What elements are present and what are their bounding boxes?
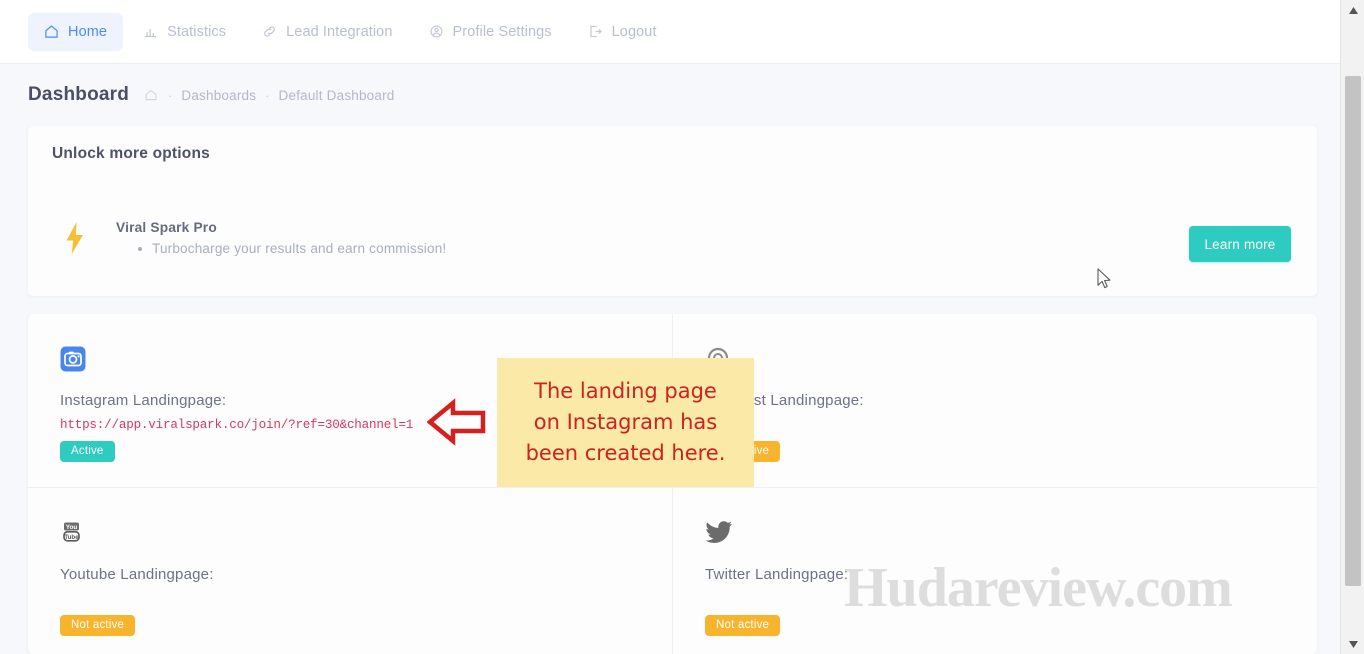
nav-item-profile-settings-label: Profile Settings bbox=[452, 23, 552, 40]
status-badge-twitter: Not active bbox=[705, 615, 781, 636]
pinterest-icon bbox=[705, 342, 1313, 376]
svg-text:You: You bbox=[66, 524, 78, 531]
home-icon bbox=[44, 24, 60, 40]
nav-item-home[interactable]: Home bbox=[28, 12, 124, 51]
page-title: Dashboard bbox=[28, 84, 130, 105]
promo-product-name: Viral Spark Pro bbox=[116, 220, 217, 235]
nav-item-lead-integration-label: Lead Integration bbox=[286, 23, 393, 40]
promo-bullet-item: Turbocharge your results and earn commis… bbox=[138, 241, 446, 256]
channel-label-pinterest: Pinterest Landingpage: bbox=[705, 392, 864, 409]
annotation-line-2: on Instagram has bbox=[533, 409, 718, 434]
nav-item-home-label: Home bbox=[68, 23, 108, 40]
breadcrumb-home-icon[interactable] bbox=[144, 88, 159, 103]
status-badge-youtube: Not active bbox=[60, 615, 136, 636]
chart-icon bbox=[143, 24, 159, 40]
promo-card-title: Unlock more options bbox=[52, 145, 210, 162]
annotation-line-1: The landing page bbox=[534, 378, 717, 403]
channel-card-twitter[interactable]: Twitter Landingpage: Not active bbox=[673, 488, 1313, 654]
channel-url-youtube[interactable] bbox=[60, 592, 668, 607]
scroll-up-arrow[interactable] bbox=[1341, 0, 1364, 20]
top-navigation: Home Statistics Lead Integration Profile… bbox=[0, 0, 1340, 64]
left-arrow-annotation bbox=[426, 398, 487, 451]
channel-label-youtube: Youtube Landingpage: bbox=[60, 566, 214, 583]
breadcrumb-separator-1: · bbox=[168, 87, 173, 103]
promo-content-row: Viral Spark Pro Turbocharge your results… bbox=[52, 208, 1293, 268]
vertical-scrollbar[interactable] bbox=[1340, 0, 1364, 654]
lightning-bolt-icon bbox=[52, 221, 98, 255]
promo-text-block: Viral Spark Pro Turbocharge your results… bbox=[116, 220, 446, 256]
channel-url-pinterest[interactable] bbox=[705, 418, 1313, 433]
learn-more-button[interactable]: Learn more bbox=[1189, 226, 1291, 262]
unlock-more-options-card: Unlock more options Viral Spark Pro Turb… bbox=[28, 126, 1317, 296]
youtube-icon: You Tube bbox=[60, 516, 668, 550]
dashboard-page: Home Statistics Lead Integration Profile… bbox=[0, 0, 1364, 654]
channel-url-twitter[interactable] bbox=[705, 592, 1313, 607]
status-badge-instagram: Active bbox=[60, 441, 115, 462]
scroll-down-arrow[interactable] bbox=[1341, 634, 1364, 654]
nav-item-statistics-label: Statistics bbox=[167, 23, 227, 40]
breadcrumb-separator-2: · bbox=[265, 87, 270, 103]
channel-card-youtube[interactable]: You Tube Youtube Landingpage: Not active bbox=[28, 488, 668, 654]
breadcrumb: Dashboard · Dashboards · Default Dashboa… bbox=[0, 64, 1340, 126]
breadcrumb-parent[interactable]: Dashboards bbox=[181, 88, 256, 103]
nav-item-lead-integration[interactable]: Lead Integration bbox=[246, 13, 408, 51]
annotation-callout: The landing page on Instagram has been c… bbox=[497, 358, 754, 487]
twitter-icon bbox=[705, 516, 1313, 550]
svg-text:Tube: Tube bbox=[64, 534, 79, 541]
annotation-line-3: been created here. bbox=[525, 441, 726, 466]
channel-card-pinterest[interactable]: Pinterest Landingpage: Not active bbox=[673, 314, 1313, 486]
scrollbar-thumb[interactable] bbox=[1345, 76, 1361, 586]
nav-item-profile-settings[interactable]: Profile Settings bbox=[413, 13, 568, 51]
nav-item-logout[interactable]: Logout bbox=[572, 13, 673, 51]
logout-icon bbox=[588, 24, 604, 40]
scrollbar-track[interactable] bbox=[1341, 20, 1364, 634]
nav-item-logout-label: Logout bbox=[611, 23, 657, 40]
user-gear-icon bbox=[429, 24, 445, 40]
link-icon bbox=[262, 24, 278, 40]
channel-label-twitter: Twitter Landingpage: bbox=[705, 566, 849, 583]
nav-item-statistics[interactable]: Statistics bbox=[127, 13, 242, 51]
breadcrumb-current: Default Dashboard bbox=[278, 87, 395, 103]
